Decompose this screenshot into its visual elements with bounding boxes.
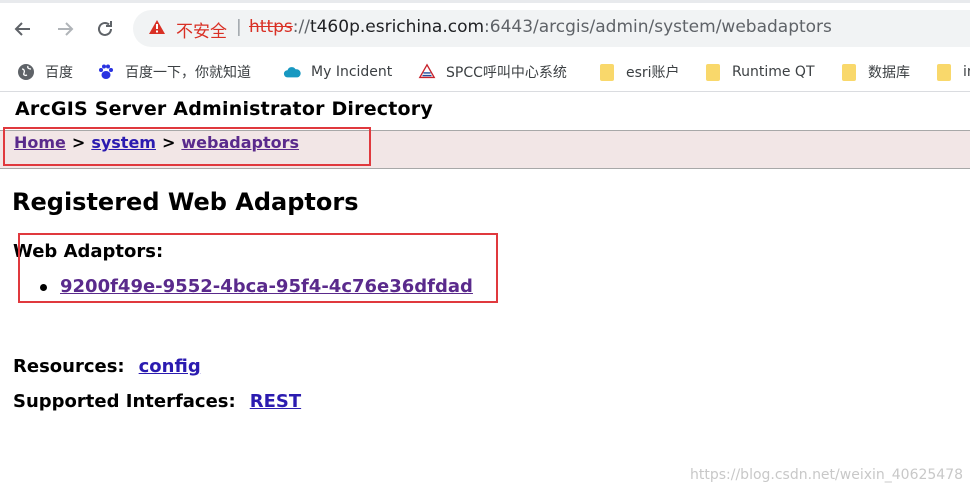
highlight-box-breadcrumb bbox=[3, 127, 371, 166]
bookmark-folder-in[interactable]: in bbox=[935, 53, 970, 91]
bookmark-label: 百度一下，你就知道 bbox=[125, 65, 251, 81]
bookmark-baidu-search[interactable]: 百度一下，你就知道 bbox=[97, 53, 251, 91]
resources-label: Resources: bbox=[13, 356, 125, 377]
back-button[interactable] bbox=[11, 17, 35, 41]
folder-icon bbox=[935, 63, 953, 81]
bookmark-folder-esri[interactable]: esri账户 bbox=[598, 53, 680, 91]
forward-button[interactable] bbox=[53, 17, 77, 41]
url-slashes: :// bbox=[292, 17, 310, 37]
folder-icon bbox=[840, 63, 858, 81]
paw-icon bbox=[97, 63, 115, 81]
arrow-right-icon bbox=[58, 22, 74, 36]
spcc-logo-icon bbox=[418, 63, 436, 81]
page-title: ArcGIS Server Administrator Directory bbox=[15, 98, 433, 120]
tab-strip-edge bbox=[0, 0, 970, 3]
bookmark-label: 数据库 bbox=[868, 65, 910, 81]
bookmark-label: 百度 bbox=[45, 65, 73, 81]
watermark: https://blog.csdn.net/weixin_40625478 bbox=[690, 467, 964, 483]
cloud-icon bbox=[283, 63, 301, 81]
interfaces-label: Supported Interfaces: bbox=[13, 391, 236, 412]
bookmark-spcc[interactable]: SPCC呼叫中心系统 bbox=[418, 53, 567, 91]
folder-icon bbox=[704, 63, 722, 81]
section-heading: Registered Web Adaptors bbox=[12, 188, 359, 216]
browser-toolbar: 不安全 | https://t460p.esrichina.com:6443/a… bbox=[0, 0, 970, 53]
url-host: t460p.esrichina.com bbox=[309, 17, 485, 37]
folder-icon bbox=[598, 63, 616, 81]
bookmark-folder-database[interactable]: 数据库 bbox=[840, 53, 910, 91]
bookmarks-bar: 百度 百度一下，你就知道 My Incident SPCC呼叫中心系统 esri… bbox=[0, 53, 970, 92]
rest-link[interactable]: REST bbox=[250, 391, 301, 412]
bookmark-label: in bbox=[963, 64, 970, 80]
reload-button[interactable] bbox=[93, 17, 117, 41]
warning-triangle-icon[interactable] bbox=[148, 19, 166, 39]
security-status[interactable]: 不安全 bbox=[176, 17, 227, 42]
globe-icon bbox=[17, 63, 35, 81]
bookmark-baidu[interactable]: 百度 bbox=[17, 53, 73, 91]
url-scheme: https bbox=[249, 17, 293, 37]
config-link[interactable]: config bbox=[139, 356, 201, 377]
bookmark-label: Runtime QT bbox=[732, 64, 815, 80]
interfaces-row: Supported Interfaces: REST bbox=[13, 391, 301, 412]
bookmark-label: My Incident bbox=[311, 64, 393, 80]
highlight-box-web-adaptors bbox=[18, 233, 498, 303]
arrow-left-icon bbox=[14, 22, 30, 36]
url-text[interactable]: https://t460p.esrichina.com:6443/arcgis/… bbox=[249, 17, 832, 37]
address-separator: | bbox=[236, 17, 242, 37]
url-path: :6443/arcgis/admin/system/webadaptors bbox=[484, 17, 832, 37]
bookmark-label: esri账户 bbox=[626, 65, 680, 81]
bookmark-folder-runtime-qt[interactable]: Runtime QT bbox=[704, 53, 815, 91]
reload-icon bbox=[98, 21, 112, 36]
bookmark-my-incident[interactable]: My Incident bbox=[283, 53, 392, 91]
resources-row: Resources: config bbox=[13, 356, 201, 377]
bookmark-label: SPCC呼叫中心系统 bbox=[446, 65, 567, 81]
